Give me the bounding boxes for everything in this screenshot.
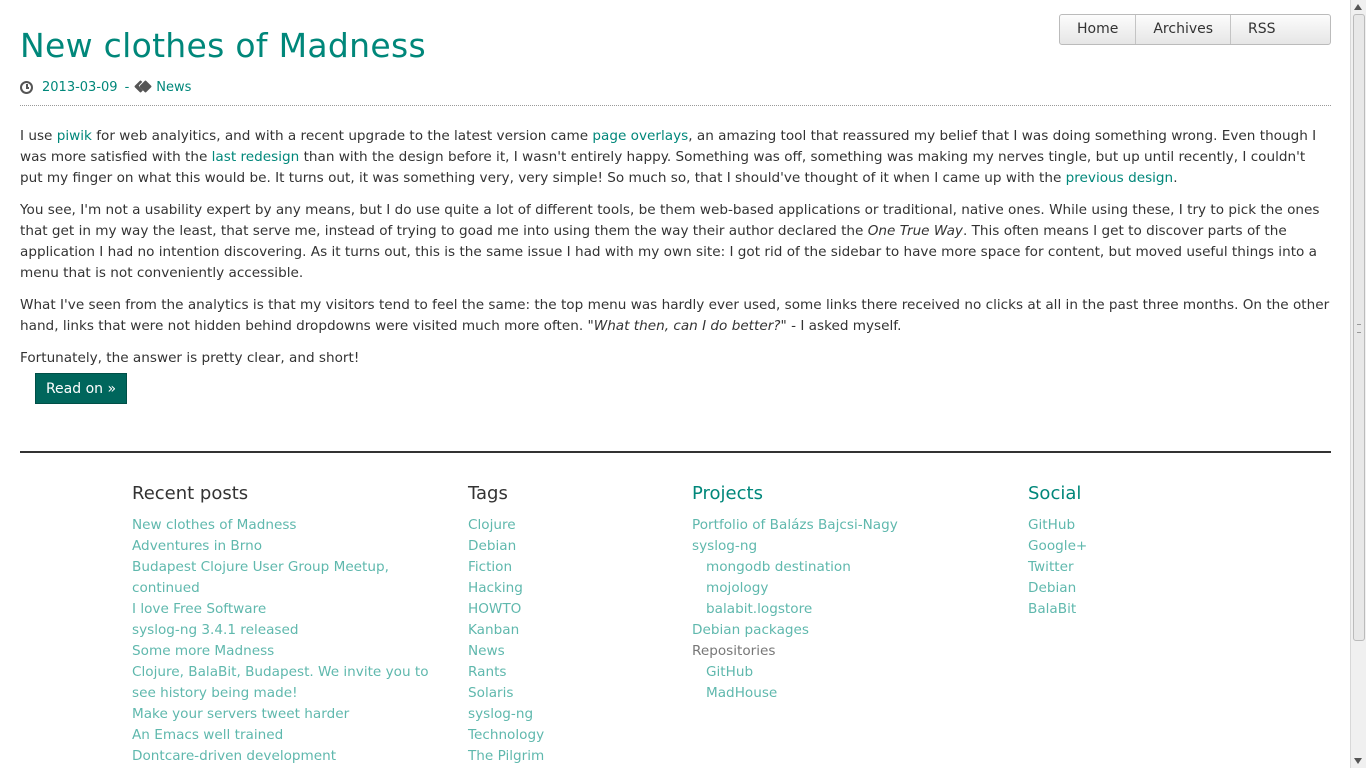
tag-item[interactable]: The Pilgrim bbox=[468, 746, 544, 767]
scroll-up-arrow-icon[interactable] bbox=[1354, 4, 1362, 10]
project-item: Repositories bbox=[692, 643, 776, 659]
footer-divider bbox=[20, 451, 1331, 453]
recent-post-item[interactable]: Make your servers tweet harder bbox=[132, 704, 442, 725]
social-item[interactable]: Debian bbox=[1028, 578, 1087, 599]
tags-list: Clojure Debian Fiction Hacking HOWTO Kanban Ne… bbox=[468, 515, 544, 767]
recent-post-item[interactable]: Clojure, BalaBit, Budapest. We invite yo… bbox=[132, 662, 442, 704]
piwik-link[interactable]: piwik bbox=[57, 128, 92, 144]
tag-item[interactable]: News bbox=[468, 641, 544, 662]
recent-post-item[interactable]: Budapest Clojure User Group Meetup, cont… bbox=[132, 557, 442, 599]
project-item[interactable]: MadHouse bbox=[692, 683, 898, 704]
tag-item[interactable]: Technology bbox=[468, 725, 544, 746]
recent-post-item[interactable]: Some more Madness bbox=[132, 641, 442, 662]
tag-item[interactable]: Clojure bbox=[468, 515, 544, 536]
top-nav: Home Archives RSS Feed bbox=[1059, 14, 1331, 45]
social-section: Social GitHub Google+ Twitter Debian BalaBit bbox=[1028, 482, 1087, 620]
tag-item[interactable]: Solaris bbox=[468, 683, 544, 704]
social-item[interactable]: Google+ bbox=[1028, 536, 1087, 557]
nav-rss-button[interactable]: RSS Feed bbox=[1231, 15, 1330, 44]
tag-item[interactable]: Hacking bbox=[468, 578, 544, 599]
project-item[interactable]: balabit.logstore bbox=[692, 599, 898, 620]
recent-post-item[interactable]: New clothes of Madness bbox=[132, 515, 442, 536]
recent-post-item[interactable]: I love Free Software bbox=[132, 599, 442, 620]
text: - I asked myself. bbox=[786, 318, 902, 334]
page-overlays-link[interactable]: page overlays bbox=[592, 128, 688, 144]
meta-separator: - bbox=[124, 79, 130, 95]
project-item[interactable]: mongodb destination bbox=[692, 557, 898, 578]
project-item[interactable]: syslog-ng bbox=[692, 536, 898, 557]
projects-heading[interactable]: Projects bbox=[692, 482, 898, 506]
tag-item[interactable]: Kanban bbox=[468, 620, 544, 641]
emphasis: "What then, can I do better?" bbox=[587, 318, 787, 334]
tag-item[interactable]: HOWTO bbox=[468, 599, 544, 620]
tag-item[interactable]: Rants bbox=[468, 662, 544, 683]
tag-item[interactable]: Debian bbox=[468, 536, 544, 557]
paragraph-1: I use piwik for web analyitics, and with… bbox=[20, 126, 1331, 189]
emphasis: One True Way bbox=[867, 223, 963, 239]
read-on-button[interactable]: Read on » bbox=[35, 373, 127, 404]
project-item[interactable]: GitHub bbox=[692, 662, 898, 683]
meta-divider bbox=[20, 105, 1331, 106]
text: . bbox=[1173, 170, 1178, 186]
recent-post-item[interactable]: Dontcare-driven development bbox=[132, 746, 442, 767]
social-item[interactable]: BalaBit bbox=[1028, 599, 1087, 620]
tags-heading: Tags bbox=[468, 483, 508, 504]
social-heading[interactable]: Social bbox=[1028, 482, 1087, 506]
text: I use bbox=[20, 128, 57, 144]
tag-item[interactable]: syslog-ng bbox=[468, 704, 544, 725]
text: for web analyitics, and with a recent up… bbox=[91, 128, 593, 144]
projects-section: Projects Portfolio of Balázs Bajcsi-Nagy… bbox=[692, 482, 898, 704]
project-item[interactable]: mojology bbox=[692, 578, 898, 599]
paragraph-4: Fortunately, the answer is pretty clear,… bbox=[20, 350, 360, 366]
recent-post-item[interactable]: An Emacs well trained bbox=[132, 725, 442, 746]
vertical-scrollbar[interactable] bbox=[1350, 0, 1366, 768]
recent-posts-section: Recent posts New clothes of Madness Adven… bbox=[132, 482, 442, 767]
tags-section: Tags Clojure Debian Fiction Hacking HOWTO Kan… bbox=[468, 482, 544, 767]
tags-icon bbox=[134, 80, 153, 93]
post-title[interactable]: New clothes of Madness bbox=[20, 26, 426, 66]
scroll-down-arrow-icon[interactable] bbox=[1354, 758, 1362, 764]
project-item[interactable]: Portfolio of Balázs Bajcsi-Nagy bbox=[692, 515, 898, 536]
grip-icon bbox=[1357, 324, 1361, 333]
paragraph-2: You see, I'm not a usability expert by a… bbox=[20, 200, 1331, 284]
post-date-link[interactable]: 2013-03-09 bbox=[42, 80, 118, 95]
clock-icon bbox=[20, 80, 33, 94]
post-content: I use piwik for web analyitics, and with… bbox=[20, 126, 1331, 380]
projects-list: Portfolio of Balázs Bajcsi-Nagy syslog-ng… bbox=[692, 515, 898, 704]
social-item[interactable]: GitHub bbox=[1028, 515, 1087, 536]
recent-post-item[interactable]: Adventures in Brno bbox=[132, 536, 442, 557]
social-item[interactable]: Twitter bbox=[1028, 557, 1087, 578]
recent-post-item[interactable]: syslog-ng 3.4.1 released bbox=[132, 620, 442, 641]
recent-posts-list: New clothes of Madness Adventures in Brno… bbox=[132, 515, 442, 767]
project-item[interactable]: Debian packages bbox=[692, 620, 898, 641]
last-redesign-link[interactable]: last redesign bbox=[212, 149, 300, 165]
social-list: GitHub Google+ Twitter Debian BalaBit bbox=[1028, 515, 1087, 620]
post-tag-link[interactable]: News bbox=[156, 80, 191, 95]
post-meta: 2013-03-09 - News bbox=[20, 78, 191, 96]
nav-archives-button[interactable]: Archives bbox=[1136, 15, 1232, 44]
paragraph-3: What I've seen from the analytics is tha… bbox=[20, 295, 1331, 337]
scrollbar-thumb[interactable] bbox=[1353, 14, 1365, 641]
previous-design-link[interactable]: previous design bbox=[1066, 170, 1174, 186]
tag-item[interactable]: Fiction bbox=[468, 557, 544, 578]
recent-posts-heading: Recent posts bbox=[132, 483, 249, 504]
nav-home-button[interactable]: Home bbox=[1060, 15, 1137, 44]
